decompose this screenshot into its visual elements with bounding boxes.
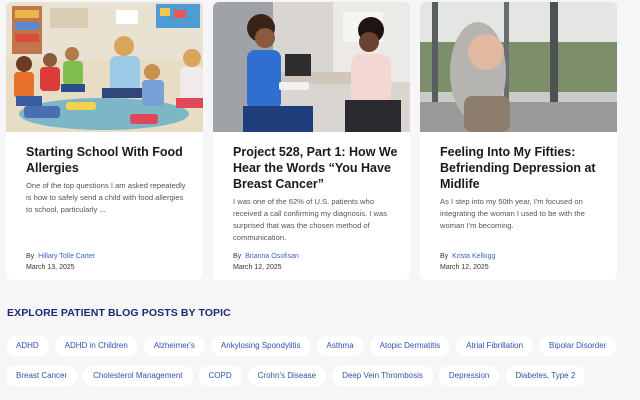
card-date: March 12, 2025: [440, 264, 489, 271]
card-byline: By Brianna Osofisan: [233, 253, 299, 260]
topic-chip[interactable]: Atrial Fibrillation: [456, 336, 534, 356]
card-excerpt: As I step into my 50th year, I'm focused…: [440, 197, 585, 230]
topic-chip[interactable]: Crohn's Disease: [247, 366, 327, 386]
topics-heading: EXPLORE PATIENT BLOG POSTS BY TOPIC: [7, 307, 231, 319]
blog-card[interactable]: Starting School With Food Allergies One …: [6, 2, 203, 280]
card-date: March 13, 2025: [26, 264, 75, 271]
by-label: By: [233, 253, 242, 260]
author-link[interactable]: Hillary Tolle Carter: [38, 253, 95, 260]
card-excerpt: One of the top questions I am asked repe…: [26, 181, 186, 214]
topic-chip[interactable]: Diabetes, Type 2: [505, 366, 586, 386]
topic-chip[interactable]: Atopic Dermatitis: [369, 336, 451, 356]
card-byline: By Hillary Tolle Carter: [26, 253, 95, 260]
card-title[interactable]: Starting School With Food Allergies: [26, 144, 191, 176]
author-link[interactable]: Krista Kellogg: [452, 253, 495, 260]
topic-chip[interactable]: COPD: [198, 366, 242, 386]
card-date: March 12, 2025: [233, 264, 282, 271]
topic-chip[interactable]: ADHD: [6, 336, 49, 356]
card-title[interactable]: Project 528, Part 1: How We Hear the Wor…: [233, 144, 398, 192]
author-link[interactable]: Brianna Osofisan: [245, 253, 299, 260]
topic-chip[interactable]: Alzheimer's: [143, 336, 205, 356]
blog-card[interactable]: Project 528, Part 1: How We Hear the Wor…: [213, 2, 410, 280]
topic-chip[interactable]: Cholesterol Management: [83, 366, 193, 386]
topic-chip[interactable]: Breast Cancer: [6, 366, 78, 386]
topic-chip[interactable]: Bipolar Disorder: [539, 336, 617, 356]
card-byline: By Krista Kellogg: [440, 253, 495, 260]
topic-chip[interactable]: Depression: [438, 366, 500, 386]
by-label: By: [440, 253, 449, 260]
card-image-doctor-consult[interactable]: [213, 2, 410, 132]
topic-chip[interactable]: Deep Vein Thrombosis: [332, 366, 433, 386]
card-image-classroom[interactable]: [6, 2, 203, 132]
topic-chips: ADHD ADHD in Children Alzheimer's Ankylo…: [6, 336, 640, 396]
card-image-woman-window[interactable]: [420, 2, 617, 132]
topic-chip[interactable]: ADHD in Children: [54, 336, 138, 356]
topic-chip[interactable]: Asthma: [316, 336, 364, 356]
card-excerpt: I was one of the 62% of U.S. patients wh…: [233, 197, 388, 242]
card-title[interactable]: Feeling Into My Fifties: Befriending Dep…: [440, 144, 605, 192]
topic-chip[interactable]: Ankylosing Spondylitis: [210, 336, 311, 356]
blog-card[interactable]: Feeling Into My Fifties: Befriending Dep…: [420, 2, 617, 280]
blog-cards: Starting School With Food Allergies One …: [6, 2, 634, 280]
by-label: By: [26, 253, 35, 260]
